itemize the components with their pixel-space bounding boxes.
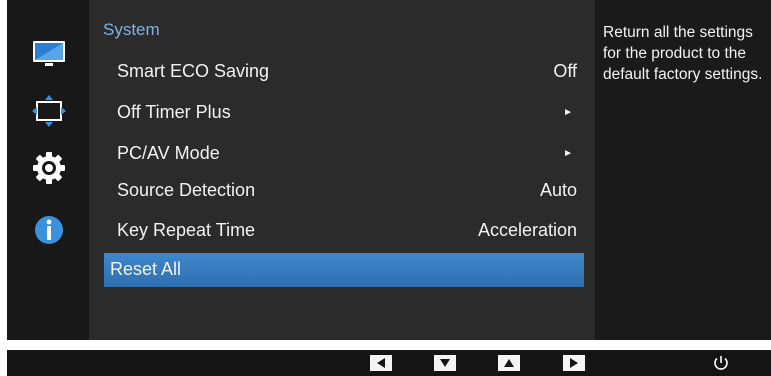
menu-item-label: Reset All — [110, 259, 182, 279]
menu-title: System — [103, 20, 160, 39]
menu-item-label: Off Timer Plus — [117, 102, 231, 122]
onscreen-display-icon[interactable] — [29, 91, 69, 131]
menu-item-value: Acceleration — [477, 220, 577, 240]
down-arrow-button[interactable] — [434, 355, 456, 371]
menu-item-reset-all[interactable]: Reset All — [104, 253, 584, 287]
help-text: Return all the settings for the product … — [603, 24, 763, 83]
settings-gear-icon[interactable] — [29, 148, 69, 188]
menu-item-pc-av-mode[interactable]: PC/AV Mode ► — [103, 136, 583, 170]
menu-item-label: Source Detection — [117, 180, 256, 200]
menu-item-label: PC/AV Mode — [117, 143, 220, 163]
menu-item-value: Off — [553, 61, 577, 81]
power-button[interactable] — [712, 354, 730, 372]
submenu-arrow-icon: ► — [563, 107, 573, 118]
menu-item-key-repeat-time[interactable]: Key Repeat Time Acceleration — [103, 213, 583, 247]
bottom-control-bar — [7, 350, 771, 376]
system-menu-panel: System Smart ECO Saving Off Off Timer Pl… — [89, 0, 595, 340]
left-arrow-button[interactable] — [370, 355, 392, 371]
menu-item-label: Key Repeat Time — [117, 220, 256, 240]
menu-item-source-detection[interactable]: Source Detection Auto — [103, 173, 583, 207]
category-sidebar — [7, 0, 89, 340]
picture-icon[interactable] — [29, 34, 69, 74]
down-arrow-icon — [440, 359, 450, 367]
right-arrow-icon — [570, 358, 578, 368]
up-arrow-icon — [504, 359, 514, 367]
menu-item-label: Smart ECO Saving — [117, 61, 270, 81]
left-arrow-icon — [377, 358, 385, 368]
menu-item-value: Auto — [539, 180, 577, 200]
submenu-arrow-icon: ► — [563, 148, 573, 159]
help-panel: Return all the settings for the product … — [595, 0, 771, 340]
menu-item-smart-eco-saving[interactable]: Smart ECO Saving Off — [103, 54, 583, 88]
up-arrow-button[interactable] — [498, 355, 520, 371]
power-icon — [714, 356, 728, 370]
menu-item-off-timer-plus[interactable]: Off Timer Plus ► — [103, 95, 583, 129]
information-icon[interactable] — [29, 210, 69, 250]
right-arrow-button[interactable] — [563, 355, 585, 371]
osd-window: System Smart ECO Saving Off Off Timer Pl… — [7, 0, 771, 340]
